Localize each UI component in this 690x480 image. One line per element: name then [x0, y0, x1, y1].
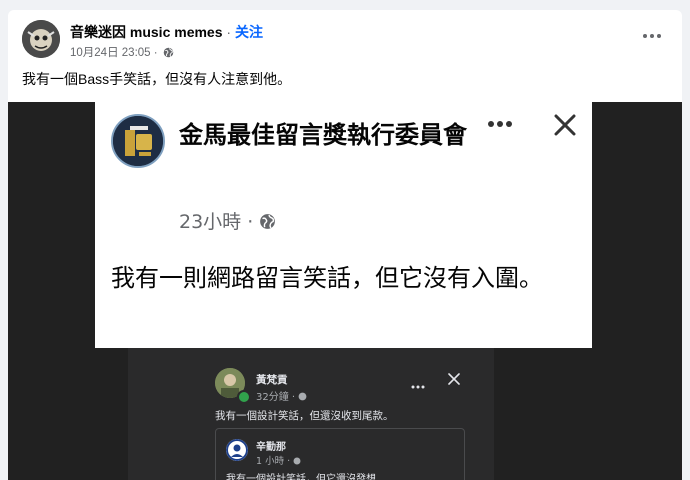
- screenshot-avatar: [111, 114, 165, 168]
- comment-close-icon: [448, 370, 460, 385]
- post-meta: 10月24日 23:05 ·: [70, 44, 174, 61]
- post-card: 音樂迷因 music memes · 关注 10月24日 23:05 · 我有一…: [8, 10, 682, 480]
- follow-button[interactable]: 关注: [235, 24, 263, 40]
- screenshot-meta: 23小時 ·: [179, 207, 276, 234]
- reply-meta: 1 小時 ·: [256, 453, 301, 467]
- post-image[interactable]: 金馬最佳留言獎執行委員會 23小時 · 我有一則網路留言笑話，但它沒有入圍。 黃…: [8, 102, 682, 480]
- reply-time: 1 小時 ·: [256, 456, 294, 467]
- comment-time: 32分鐘 ·: [256, 392, 299, 403]
- globe-icon: [163, 47, 174, 61]
- reply-avatar: [226, 439, 248, 461]
- post-caption: 我有一個Bass手笑話，但沒有人注意到他。: [22, 71, 292, 87]
- reply-globe-icon: [293, 456, 301, 467]
- comment-more-icon: [410, 375, 426, 389]
- comment-author: 黃梵貢: [256, 374, 288, 386]
- screenshot-time: 23小時 ·: [179, 211, 260, 233]
- screenshot-more-icon: [485, 116, 515, 130]
- reply-author: 辛勤那: [256, 442, 286, 453]
- screenshot-post-text: 我有一則網路留言笑話，但它沒有入圍。: [111, 264, 543, 292]
- reply-text: 我有一個設計笑話，但它還沒發想: [226, 474, 376, 480]
- screenshot-globe-icon: [259, 211, 276, 233]
- screenshot-page-title: 金馬最佳留言獎執行委員會: [179, 121, 467, 149]
- page-avatar[interactable]: [22, 20, 60, 58]
- page-name-link[interactable]: 音樂迷因 music memes: [70, 24, 223, 40]
- comment-meta: 32分鐘 ·: [256, 388, 307, 403]
- online-status-dot: [237, 390, 251, 404]
- header-separator: ·: [222, 24, 235, 40]
- comment-text: 我有一個設計笑話，但還沒收到尾款。: [215, 410, 394, 422]
- screenshot-post-card: 金馬最佳留言獎執行委員會 23小時 · 我有一則網路留言笑話，但它沒有入圍。: [95, 102, 592, 348]
- post-timestamp[interactable]: 10月24日 23:05: [70, 47, 151, 59]
- more-options-icon[interactable]: [640, 28, 664, 44]
- meta-separator: ·: [150, 47, 161, 59]
- reply-card: 辛勤那 1 小時 · 我有一個設計笑話，但它還沒發想: [215, 428, 465, 480]
- screenshot-close-icon: [553, 113, 577, 137]
- comment-globe-icon: [298, 392, 307, 403]
- post-header: 音樂迷因 music memes · 关注: [70, 22, 263, 42]
